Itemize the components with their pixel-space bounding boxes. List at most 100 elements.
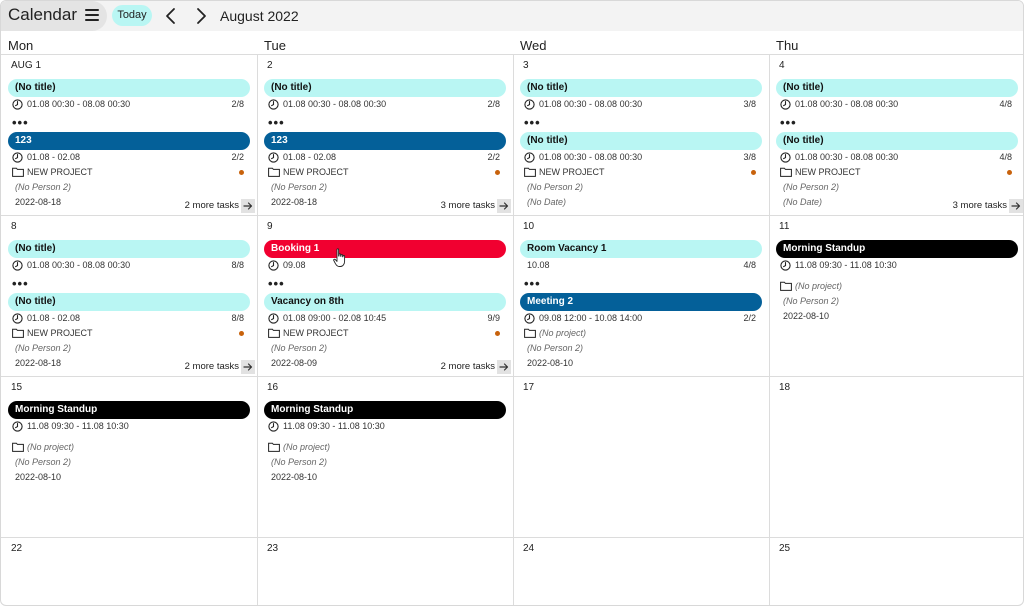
event-card[interactable]: Morning Standup 11.08 09:30 - 11.08 10:30…: [8, 401, 250, 485]
day-number: 17: [523, 382, 535, 393]
day-cell[interactable]: 22: [1, 537, 257, 605]
event-title[interactable]: (No title): [8, 240, 250, 258]
event-title[interactable]: 123: [8, 132, 250, 150]
event-time: 01.08 00:30 - 08.08 00:30 2/8: [264, 97, 506, 112]
event-title[interactable]: 123: [264, 132, 506, 150]
event-progress: 4/8: [999, 152, 1012, 162]
more-tasks-label: 3 more tasks: [952, 200, 1007, 211]
calendar-app: Calendar Today August 2022 Mon Tue Wed T…: [0, 0, 1024, 606]
day-number: 18: [779, 382, 791, 393]
day-cell[interactable]: 8 (No title) 01.08 00:30 - 08.08 00:30 8/8 •…: [1, 215, 257, 376]
event-progress: 3/8: [743, 99, 756, 109]
event-card[interactable]: Booking 1 09.08: [264, 240, 506, 273]
event-title[interactable]: (No title): [264, 79, 506, 97]
event-due-date: 2022-08-10: [271, 472, 318, 482]
event-time-text: 01.08 00:30 - 08.08 00:30: [539, 152, 643, 162]
day-cell[interactable]: 23: [257, 537, 513, 605]
folder-icon: [780, 167, 792, 182]
event-time-text: 01.08 00:30 - 08.08 00:30: [795, 99, 899, 109]
hamburger-menu-icon[interactable]: [85, 8, 99, 22]
event-time: 01.08 00:30 - 08.08 00:30 3/8: [520, 150, 762, 165]
event-title[interactable]: Meeting 2: [520, 293, 762, 311]
day-cell[interactable]: 3 (No title) 01.08 00:30 - 08.08 00:30 3/8 •…: [513, 54, 769, 215]
event-title[interactable]: (No title): [8, 79, 250, 97]
event-title[interactable]: (No title): [520, 79, 762, 97]
day-cell[interactable]: 4 (No title) 01.08 00:30 - 08.08 00:30 4/8 •…: [769, 54, 1023, 215]
status-dot: [751, 170, 756, 175]
event-project-name: NEW PROJECT: [539, 167, 605, 177]
event-title[interactable]: Booking 1: [264, 240, 506, 258]
day-cell[interactable]: 9 Booking 1 09.08 ••• Vacancy on 8th 01.08 09…: [257, 215, 513, 376]
event-progress: 9/9: [487, 313, 500, 323]
folder-icon: [268, 328, 280, 343]
event-progress: 4/8: [743, 260, 756, 270]
event-title[interactable]: (No title): [8, 293, 250, 311]
event-card[interactable]: (No title) 01.08 00:30 - 08.08 00:30 3/8: [520, 79, 762, 112]
day-cell[interactable]: 10 Room Vacancy 1 10.08 4/8 ••• Meeting 2 09.0…: [513, 215, 769, 376]
more-tasks-link[interactable]: 2 more tasks: [185, 199, 255, 213]
event-title[interactable]: (No title): [776, 79, 1018, 97]
event-card[interactable]: (No title) 01.08 00:30 - 08.08 00:30 2/8: [264, 79, 506, 112]
more-tasks-label: 2 more tasks: [440, 361, 495, 372]
folder-icon: [780, 281, 792, 296]
day-number: 15: [11, 382, 23, 393]
event-title[interactable]: Morning Standup: [264, 401, 506, 419]
event-time: 11.08 09:30 - 11.08 10:30: [776, 258, 1018, 273]
arrow-right-icon[interactable]: [241, 360, 255, 374]
event-time-text: 11.08 09:30 - 11.08 10:30: [283, 421, 385, 431]
event-card[interactable]: Room Vacancy 1 10.08 4/8: [520, 240, 762, 273]
event-time: 01.08 - 02.08 2/2: [264, 150, 506, 165]
more-tasks-link[interactable]: 2 more tasks: [441, 360, 511, 374]
event-title[interactable]: Room Vacancy 1: [520, 240, 762, 258]
chevron-left-icon[interactable]: [164, 7, 178, 25]
day-cell[interactable]: 24: [513, 537, 769, 605]
event-person: (No Person 2): [527, 343, 584, 353]
event-project-name: (No project): [795, 281, 843, 291]
event-time-text: 01.08 00:30 - 08.08 00:30: [539, 99, 643, 109]
day-number: 2: [267, 60, 273, 71]
event-card[interactable]: (No title) 01.08 00:30 - 08.08 00:30 4/8: [776, 79, 1018, 112]
event-card[interactable]: (No title) 01.08 00:30 - 08.08 00:30 2/8: [8, 79, 250, 112]
event-title[interactable]: (No title): [776, 132, 1018, 150]
day-cell[interactable]: 17: [513, 376, 769, 537]
day-cell[interactable]: 2 (No title) 01.08 00:30 - 08.08 00:30 2/8 •…: [257, 54, 513, 215]
day-number: 16: [267, 382, 279, 393]
event-person: (No Person 2): [15, 182, 72, 192]
day-cell[interactable]: 15 Morning Standup 11.08 09:30 - 11.08 10:…: [1, 376, 257, 537]
event-project: NEW PROJECT: [8, 165, 250, 180]
event-time-text: 01.08 00:30 - 08.08 00:30: [27, 99, 131, 109]
event-card[interactable]: Morning Standup 11.08 09:30 - 11.08 10:30…: [264, 401, 506, 485]
day-number: 23: [267, 543, 279, 554]
day-cell[interactable]: AUG 1 (No title) 01.08 00:30 - 08.08 00:30…: [1, 54, 257, 215]
day-number: AUG 1: [11, 60, 42, 71]
event-person: (No Person 2): [271, 343, 328, 353]
arrow-right-icon[interactable]: [1009, 199, 1023, 213]
more-tasks-link[interactable]: 2 more tasks: [185, 360, 255, 374]
event-title[interactable]: (No title): [520, 132, 762, 150]
clock-icon: [780, 99, 791, 115]
day-cell[interactable]: 11 Morning Standup 11.08 09:30 - 11.08 10:…: [769, 215, 1023, 376]
event-card[interactable]: Morning Standup 11.08 09:30 - 11.08 10:30…: [776, 240, 1018, 324]
day-cell[interactable]: 18: [769, 376, 1023, 537]
folder-icon: [12, 442, 24, 457]
event-project-name: NEW PROJECT: [283, 328, 349, 338]
event-card[interactable]: (No title) 01.08 00:30 - 08.08 00:30 3/8 NE…: [520, 132, 762, 210]
chevron-right-icon[interactable]: [194, 7, 208, 25]
arrow-right-icon[interactable]: [241, 199, 255, 213]
status-dot: [239, 331, 244, 336]
today-button[interactable]: Today: [112, 5, 152, 26]
event-project: NEW PROJECT: [520, 165, 762, 180]
event-title[interactable]: Morning Standup: [8, 401, 250, 419]
more-tasks-link[interactable]: 3 more tasks: [953, 199, 1023, 213]
event-title[interactable]: Morning Standup: [776, 240, 1018, 258]
event-title[interactable]: Vacancy on 8th: [264, 293, 506, 311]
day-number: 4: [779, 60, 785, 71]
arrow-right-icon[interactable]: [497, 360, 511, 374]
event-card[interactable]: Meeting 2 09.08 12:00 - 10.08 14:00 2/2 (No…: [520, 293, 762, 371]
event-card[interactable]: (No title) 01.08 00:30 - 08.08 00:30 8/8: [8, 240, 250, 273]
clock-icon: [268, 260, 279, 276]
more-tasks-link[interactable]: 3 more tasks: [441, 199, 511, 213]
day-cell[interactable]: 25: [769, 537, 1023, 605]
day-cell[interactable]: 16 Morning Standup 11.08 09:30 - 11.08 10:…: [257, 376, 513, 537]
arrow-right-icon[interactable]: [497, 199, 511, 213]
